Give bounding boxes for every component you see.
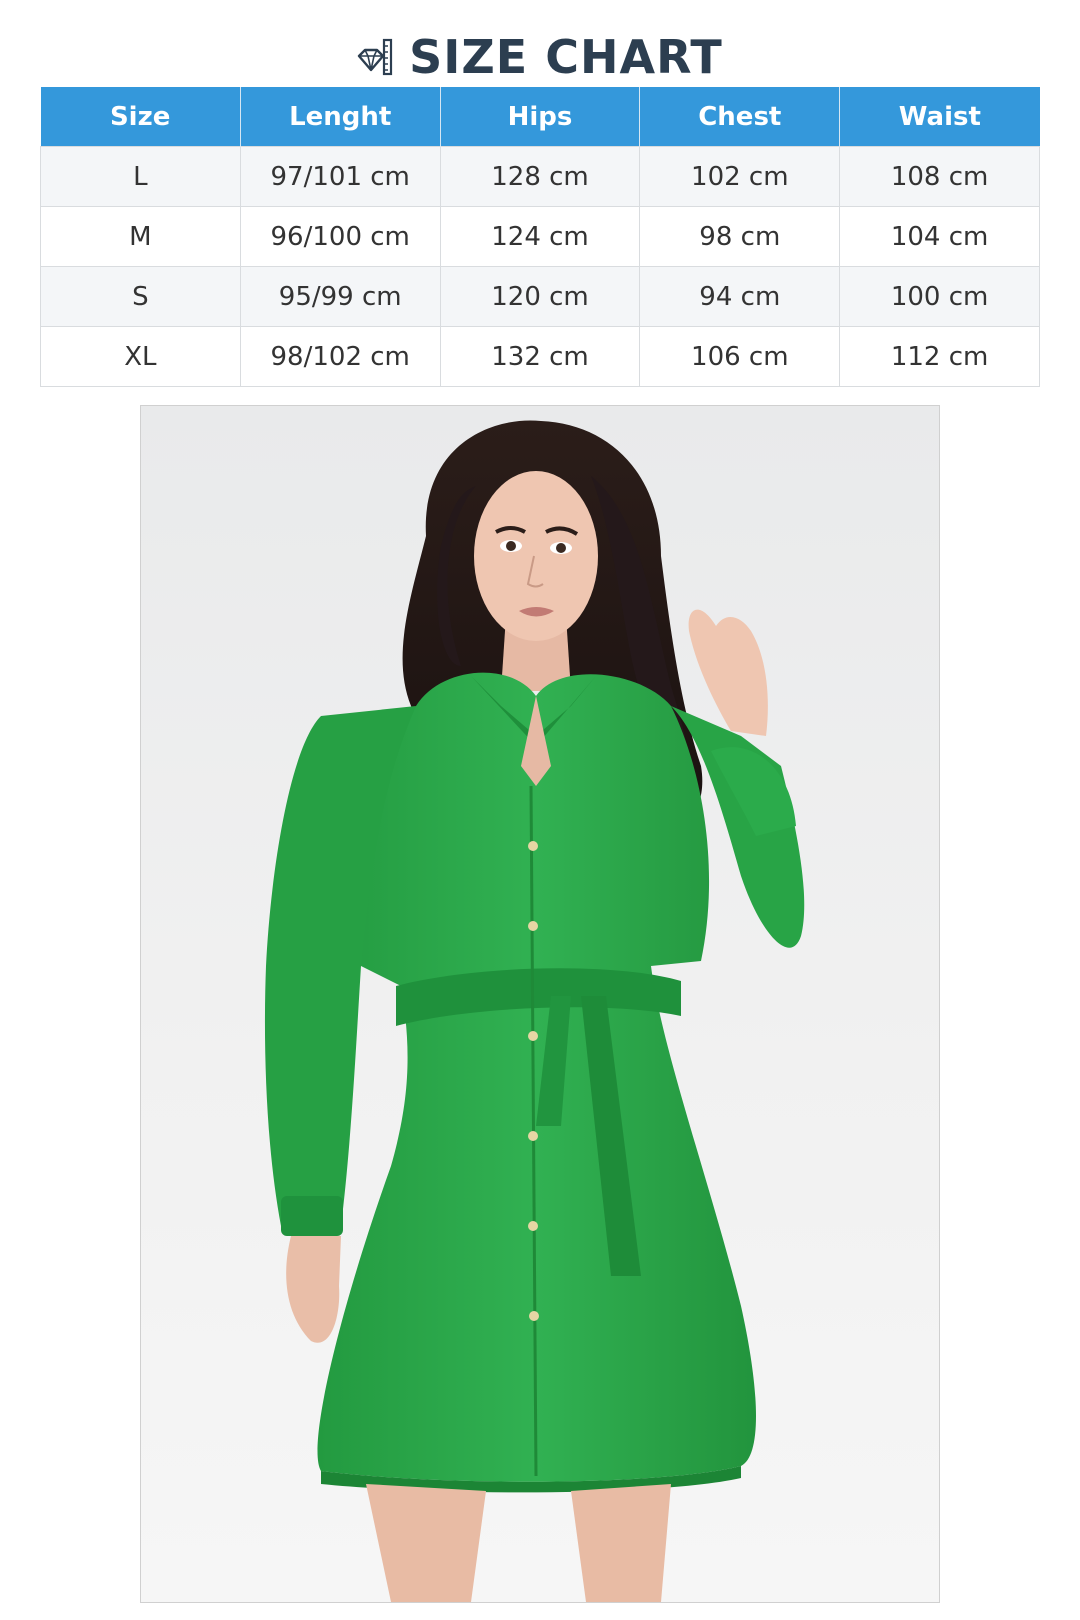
size-cell: S [40,266,241,327]
chest-cell: 94 cm [639,266,841,327]
table-row: XL 98/102 cm 132 cm 106 cm 112 cm [40,326,1040,387]
column-header-hips: Hips [440,87,641,147]
size-cell: L [40,146,241,207]
table-row: M 96/100 cm 124 cm 98 cm 104 cm [40,206,1040,267]
length-cell: 98/102 cm [239,326,441,387]
table-header-row: Size Lenght Hips Chest Waist [40,87,1040,147]
hips-cell: 124 cm [439,206,641,267]
size-table: Size Lenght Hips Chest Waist L 97/101 cm… [40,87,1040,387]
hips-cell: 120 cm [439,266,641,327]
model-in-green-shirt-dress-illustration [264,420,805,1602]
hips-cell: 132 cm [439,326,641,387]
size-cell: M [40,206,241,267]
waist-cell: 108 cm [839,146,1040,207]
waist-cell: 112 cm [839,326,1040,387]
waist-cell: 100 cm [839,266,1040,327]
column-header-chest: Chest [639,87,841,147]
diamond-ruler-icon [357,38,393,76]
length-cell: 95/99 cm [239,266,441,327]
product-photo [140,405,940,1603]
table-row: S 95/99 cm 120 cm 94 cm 100 cm [40,266,1040,327]
length-cell: 97/101 cm [239,146,441,207]
chest-cell: 106 cm [639,326,841,387]
page-title: SIZE CHART [409,30,723,84]
size-chart-title: SIZE CHART [0,22,1080,92]
column-header-waist: Waist [839,87,1040,147]
waist-cell: 104 cm [839,206,1040,267]
hips-cell: 128 cm [439,146,641,207]
length-cell: 96/100 cm [239,206,441,267]
chest-cell: 98 cm [639,206,841,267]
column-header-length: Lenght [240,87,441,147]
table-row: L 97/101 cm 128 cm 102 cm 108 cm [40,146,1040,207]
size-cell: XL [40,326,241,387]
column-header-size: Size [40,87,241,147]
chest-cell: 102 cm [639,146,841,207]
